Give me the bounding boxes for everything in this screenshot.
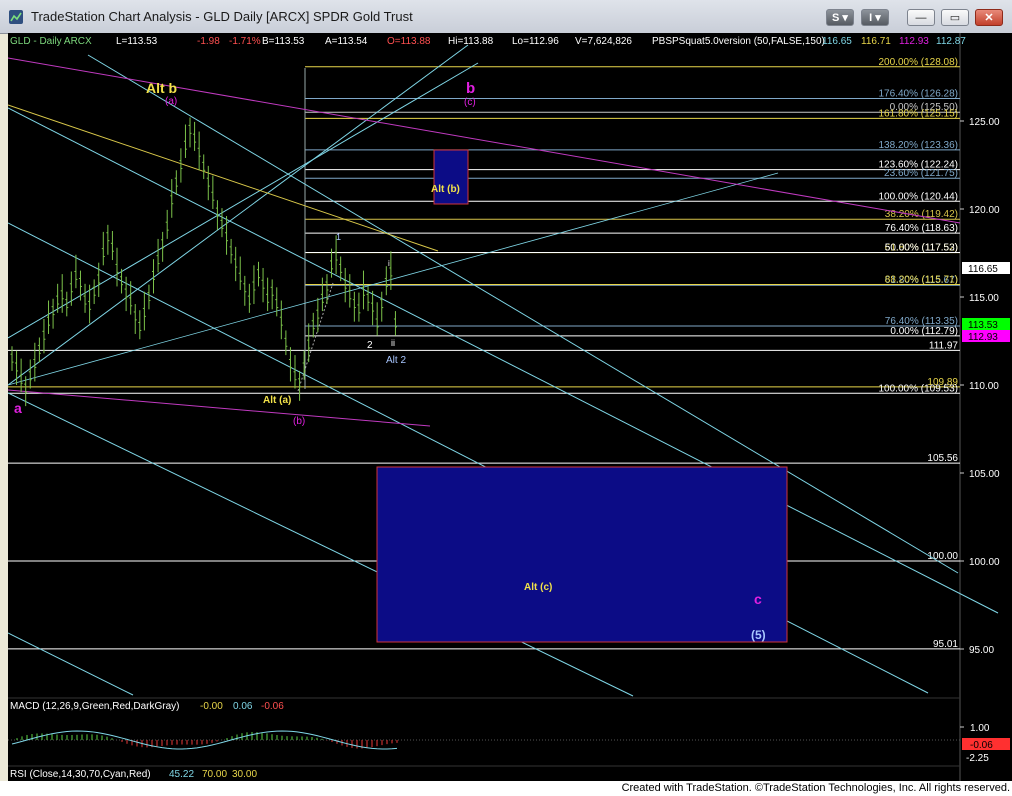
rsi-label: RSI (Close,14,30,70,Cyan,Red) xyxy=(10,769,151,780)
wave-label-alt-paren-b: Alt (b) xyxy=(431,184,460,195)
trendline-cyan xyxy=(8,172,779,386)
macd-value-2: 0.06 xyxy=(233,701,253,712)
minimize-button[interactable]: — xyxy=(907,9,935,26)
fib-level-label: 100.00% (120.44) xyxy=(878,191,958,202)
close-button[interactable]: ✕ xyxy=(975,9,1003,26)
header-field: Lo=112.96 xyxy=(512,36,559,47)
rsi-value-1: 45.22 xyxy=(169,769,194,780)
fib-level-label: 161.80% (125.15) xyxy=(878,108,958,119)
macd-axis-label: -2.25 xyxy=(966,753,989,764)
wave-label-b: b xyxy=(466,80,475,97)
macd-axis-label: 1.00 xyxy=(970,723,990,734)
fib-level-label: 23.60% (121.75) xyxy=(884,168,958,179)
wave-label-i: i xyxy=(388,259,390,268)
wave-label-1: 1 xyxy=(336,232,341,242)
header-field: B=113.53 xyxy=(262,36,305,47)
trendline-cyan xyxy=(8,632,134,696)
header-field: O=113.88 xyxy=(387,36,431,47)
header-field: GLD - Daily ARCX xyxy=(10,36,92,47)
wave-label-c: c xyxy=(754,591,762,607)
tradestation-app-icon xyxy=(9,10,23,24)
header-field: V=7,624,826 xyxy=(575,36,632,47)
last-price-tag-text: 112.93 xyxy=(968,332,998,343)
wave-label-a: a xyxy=(14,400,22,416)
header-field: -1.71% xyxy=(229,36,261,47)
last-price-tag-text: 116.65 xyxy=(968,264,998,275)
price-axis-tick-label: 120.00 xyxy=(969,205,1000,216)
macd-value-3: -0.06 xyxy=(261,701,284,712)
wave-label-ii: ii xyxy=(391,338,395,348)
tradestation-window: TradeStation Chart Analysis - GLD Daily … xyxy=(0,0,1012,796)
price-axis-tick-label: 110.00 xyxy=(969,381,999,392)
header-field: PBSPSquat5.0version (50,FALSE,150) xyxy=(652,36,825,47)
s-button-label: S xyxy=(832,12,840,24)
price-axis-tick-label: 100.00 xyxy=(969,557,1000,568)
macd-label: MACD (12,26,9,Green,Red,DarkGray) xyxy=(10,701,180,712)
fib-level-label: 76.40% (118.63) xyxy=(885,223,958,234)
footer-bar: Created with TradeStation. ©TradeStation… xyxy=(0,781,1012,796)
fib-level-label: 100.00 xyxy=(927,551,958,562)
wave-label-b-sub: (c) xyxy=(464,97,476,108)
header-field: L=113.53 xyxy=(116,36,158,47)
price-axis-tick-label: 105.00 xyxy=(969,469,1000,480)
header-field: A=113.54 xyxy=(325,36,368,47)
indicator-value: 116.65 xyxy=(822,36,852,47)
fib-level-label: 38.20% (119.42) xyxy=(885,209,958,220)
indicator-value: 112.93 xyxy=(899,36,929,47)
indicator-value: 116.71 xyxy=(861,36,891,47)
rsi-value-3: 30.00 xyxy=(232,769,257,780)
wave-label-alt-b-sub: (a) xyxy=(165,96,177,107)
s-menu-button[interactable]: S ▾ xyxy=(826,9,854,26)
price-axis-tick-label: 115.00 xyxy=(969,293,999,304)
fib-level-label: 0.00% (112.79) xyxy=(890,326,958,337)
fib-level-label: 200.00% (128.08) xyxy=(878,57,958,68)
fib-level-label: 95.01 xyxy=(933,639,958,650)
i-menu-button[interactable]: I ▾ xyxy=(861,9,889,26)
macd-signal-line xyxy=(11,730,398,750)
fib-level-label: 100.00% (109.53) xyxy=(878,383,958,394)
wave-label-alt-paren-a: Alt (a) xyxy=(263,395,291,406)
wave-label-alt-c: Alt (c) xyxy=(524,582,552,593)
wave-label-5: (5) xyxy=(751,628,766,642)
alt-c-target-box[interactable] xyxy=(376,466,788,643)
fib-level-label: 111.97 xyxy=(929,340,959,351)
header-field: -1.98 xyxy=(197,36,220,47)
fib-level-label: 176.40% (126.28) xyxy=(878,88,958,99)
window-title: TradeStation Chart Analysis - GLD Daily … xyxy=(31,9,413,24)
fib-level-label: 88.20% (115.71) xyxy=(885,275,958,286)
trendline-cyan xyxy=(8,62,479,339)
title-bar[interactable]: TradeStation Chart Analysis - GLD Daily … xyxy=(0,0,1012,34)
trendline-magenta xyxy=(8,389,431,427)
wave-label-alt-2: Alt 2 xyxy=(386,355,406,366)
rsi-value-2: 70.00 xyxy=(202,769,227,780)
alt-b-target-box[interactable] xyxy=(433,149,469,205)
last-price-tag-text: 113.53 xyxy=(968,320,998,331)
wave-connector-dashed xyxy=(297,282,334,392)
trendline-cyan xyxy=(8,44,469,386)
fib-level-label: 50.00% (117.53) xyxy=(885,242,958,253)
fib-level-label: 138.20% (123.36) xyxy=(878,140,958,151)
i-button-label: I xyxy=(869,12,873,24)
macd-value-tag-text: -0.06 xyxy=(970,740,993,751)
fib-level-label: 105.56 xyxy=(927,453,958,464)
wave-label-alt-b: Alt b xyxy=(146,80,177,96)
price-axis-tick-label: 125.00 xyxy=(969,117,1000,128)
copyright-text: Created with TradeStation. ©TradeStation… xyxy=(621,782,1010,794)
maximize-button[interactable]: ▭ xyxy=(941,9,969,26)
wave-label-paren-b: (b) xyxy=(293,416,305,427)
price-axis-tick-label: 95.00 xyxy=(969,645,994,656)
wave-label-2: 2 xyxy=(367,340,373,351)
chart-canvas[interactable]: 200.00% (128.08) 176.40% (126.28) 0.00% (1… xyxy=(8,33,1012,781)
header-field: Hi=113.88 xyxy=(448,36,494,47)
chart-area[interactable]: 200.00% (128.08) 176.40% (126.28) 0.00% (1… xyxy=(8,33,1012,781)
macd-value-1: -0.00 xyxy=(200,701,223,712)
indicator-value: 112.87 xyxy=(936,36,966,47)
